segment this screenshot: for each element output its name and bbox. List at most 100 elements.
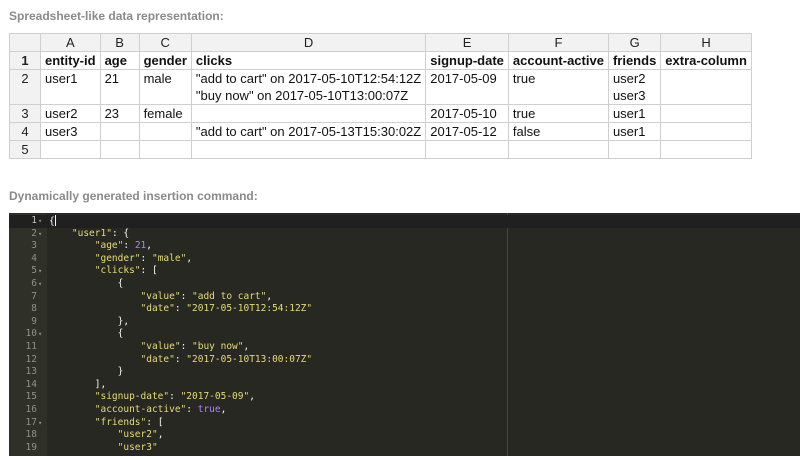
corner-cell[interactable] [9, 33, 41, 52]
code-token: "add to cart" [192, 290, 267, 302]
fold-toggle-icon[interactable]: ▾ [38, 215, 46, 228]
cell-a2[interactable]: user1 [40, 69, 101, 105]
code-text: "signup-date": "2017-05-09", [49, 391, 255, 404]
code-token: { [49, 328, 124, 340]
cell-g3[interactable]: user1 [607, 104, 662, 123]
code-line[interactable]: 15 "signup-date": "2017-05-09", [9, 391, 800, 404]
cell-e2[interactable]: 2017-05-09 [425, 69, 509, 105]
code-line[interactable]: 16 "account-active": true, [9, 404, 800, 417]
column-header-e[interactable]: E [425, 33, 509, 52]
cell-g5[interactable] [607, 140, 662, 159]
cell-f4[interactable]: false [507, 122, 609, 141]
cell-b5[interactable] [99, 140, 140, 159]
line-number: 9 [31, 315, 37, 327]
code-line[interactable]: 9 }, [9, 316, 800, 329]
column-header-b[interactable]: B [99, 33, 140, 52]
code-token: : [169, 391, 181, 403]
column-header-a[interactable]: A [40, 33, 101, 52]
cell-d5[interactable] [190, 140, 427, 159]
code-line[interactable]: 19 "user3" [9, 442, 800, 455]
code-line[interactable]: 7 "value": "add to cart", [9, 291, 800, 304]
code-line[interactable]: 11 "value": "buy now", [9, 341, 800, 354]
cell-h5[interactable] [660, 140, 752, 159]
cell-a1[interactable]: entity-id [40, 51, 101, 70]
code-token: }, [49, 315, 130, 327]
code-line[interactable]: 6 ▾ { [9, 278, 800, 291]
column-header-h[interactable]: H [660, 33, 752, 52]
line-number: 11 [25, 341, 37, 352]
cell-e4[interactable]: 2017-05-12 [425, 122, 509, 141]
cell-e3[interactable]: 2017-05-10 [425, 104, 509, 123]
fold-toggle-icon[interactable]: ▾ [38, 278, 46, 291]
column-header-f[interactable]: F [507, 33, 609, 52]
code-line[interactable]: 4 "gender": "male", [9, 253, 800, 266]
cell-c5[interactable] [138, 140, 192, 159]
row-number[interactable]: 1 [9, 51, 41, 70]
code-line[interactable]: 12 "date": "2017-05-10T13:00:07Z" [9, 354, 800, 367]
table-row: 4 user3 "add to cart" on 2017-05-13T15:30:… [9, 122, 752, 141]
code-line[interactable]: 3 "age": 21, [9, 240, 800, 253]
cell-d1[interactable]: clicks [190, 51, 427, 70]
column-header-c[interactable]: C [138, 33, 192, 52]
code-line[interactable]: 2 ▾ "user1": { [9, 228, 800, 241]
cell-h3[interactable] [660, 104, 752, 123]
cell-d3[interactable] [190, 104, 427, 123]
row-number[interactable]: 4 [9, 122, 41, 141]
code-line[interactable]: 8 "date": "2017-05-10T12:54:12Z" [9, 303, 800, 316]
code-line[interactable]: 5 ▾ "clicks": [ [9, 265, 800, 278]
code-editor[interactable]: 1 ▾{2 ▾ "user1": {3 "age": 21, 4 "gender": … [9, 213, 800, 456]
code-line[interactable]: 13 } [9, 366, 800, 379]
cell-c1[interactable]: gender [138, 51, 192, 70]
cell-a5[interactable] [40, 140, 101, 159]
code-token: : [ [146, 416, 164, 428]
code-line[interactable]: 14 ], [9, 379, 800, 392]
fold-toggle-icon[interactable]: ▾ [38, 265, 46, 278]
cell-g1[interactable]: friends [607, 51, 662, 70]
code-token: : [180, 341, 193, 352]
cell-f1[interactable]: account-active [507, 51, 609, 70]
cell-d4[interactable]: "add to cart" on 2017-05-13T15:30:02Z [190, 122, 427, 141]
fold-toggle-icon[interactable]: ▾ [38, 328, 46, 341]
cell-b3[interactable]: 23 [99, 104, 140, 123]
column-header-g[interactable]: G [607, 33, 662, 52]
code-line[interactable]: 10 ▾ { [9, 328, 800, 341]
cell-c2[interactable]: male [138, 69, 192, 105]
row-number[interactable]: 2 [9, 69, 41, 105]
cell-c3[interactable]: female [138, 104, 192, 123]
cell-h1[interactable]: extra-column [660, 51, 752, 70]
row-number[interactable]: 3 [9, 104, 41, 123]
fold-toggle-icon[interactable]: ▾ [38, 228, 46, 241]
cell-h4[interactable] [660, 122, 752, 141]
cell-b2[interactable]: 21 [99, 69, 140, 105]
line-number: 18 [25, 429, 37, 441]
row-number[interactable]: 5 [9, 140, 41, 159]
cell-c4[interactable] [138, 122, 192, 141]
cell-a3[interactable]: user2 [40, 104, 101, 123]
line-number: 15 [25, 391, 37, 403]
code-line[interactable]: 17 ▾ "friends": [ [9, 417, 800, 430]
cell-b1[interactable]: age [99, 51, 140, 70]
cell-h2[interactable] [660, 69, 752, 105]
spreadsheet-grid[interactable]: A B C D E F G H 1 entity-id age gender clicks signup-… [9, 33, 752, 159]
cell-d2[interactable]: "add to cart" on 2017-05-10T12:54:12Z "bu… [190, 69, 427, 105]
cell-g2[interactable]: user2 user3 [607, 69, 662, 105]
code-line[interactable]: 18 "user2", [9, 429, 800, 442]
code-line[interactable]: 1 ▾{ [9, 215, 800, 228]
cell-f5[interactable] [507, 140, 609, 159]
cell-e1[interactable]: signup-date [425, 51, 509, 70]
cell-a4[interactable]: user3 [40, 122, 101, 141]
code-token: { [49, 278, 124, 289]
code-token: : { [111, 227, 130, 239]
fold-toggle-icon[interactable]: ▾ [38, 417, 46, 430]
cell-g4[interactable]: user1 [607, 122, 662, 141]
column-header-d[interactable]: D [190, 33, 427, 52]
cell-b4[interactable] [99, 122, 140, 141]
cell-f2[interactable]: true [507, 69, 609, 105]
code-token: "gender" [94, 252, 141, 264]
cell-e5[interactable] [425, 140, 509, 159]
cell-f3[interactable]: true [507, 104, 609, 123]
